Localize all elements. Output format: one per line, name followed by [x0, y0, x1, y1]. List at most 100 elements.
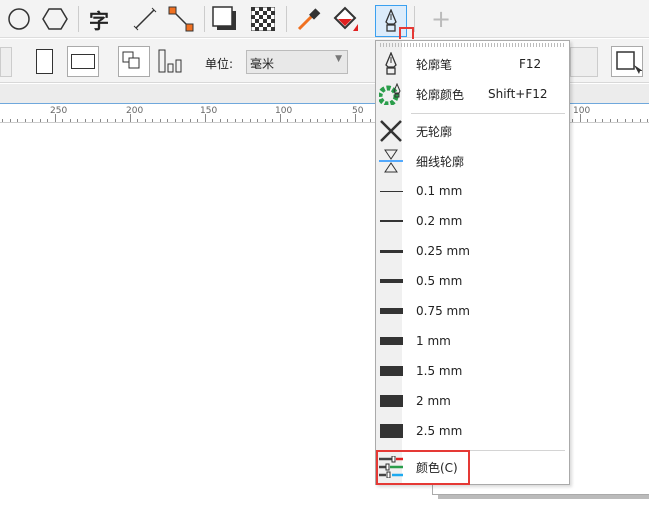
ruler-label: 150	[200, 106, 218, 116]
line-width-icon	[376, 424, 406, 438]
menu-label: 0.5 mm	[416, 274, 463, 288]
line-width-icon	[376, 308, 406, 314]
ruler-tick	[587, 119, 588, 122]
ruler-tick	[347, 119, 348, 122]
fill-tool-icon[interactable]	[330, 4, 360, 34]
line-width-icon	[376, 279, 406, 283]
ruler-tick	[579, 114, 581, 122]
ruler-tick	[219, 119, 221, 122]
line-width-icon	[376, 220, 406, 222]
menu-item-width[interactable]: 2.5 mm	[376, 416, 569, 446]
ruler-tick	[242, 119, 243, 122]
ruler-tick	[624, 119, 626, 122]
menu-item-width[interactable]: 0.75 mm	[376, 296, 569, 326]
menu-label: 2.5 mm	[416, 424, 463, 438]
ruler-tick	[272, 119, 273, 122]
connector-tool-icon[interactable]	[166, 4, 196, 34]
menu-item-width[interactable]: 0.5 mm	[376, 266, 569, 296]
ellipse-tool-icon[interactable]	[4, 4, 34, 34]
ruler-tick	[234, 119, 236, 122]
menu-label: 细线轮廓	[416, 154, 465, 169]
text-tool-icon[interactable]: 字	[84, 4, 114, 34]
ruler-tick	[317, 119, 318, 122]
menu-label: 2 mm	[416, 394, 451, 408]
ruler-label: 250	[50, 106, 68, 116]
menu-item-width[interactable]: 0.2 mm	[376, 206, 569, 236]
menu-item-no-outline[interactable]: 无轮廓	[376, 116, 569, 146]
ruler-tick	[54, 114, 56, 122]
ruler-tick	[602, 119, 603, 122]
portrait-button[interactable]	[36, 49, 53, 74]
line-width-icon	[376, 395, 406, 407]
menu-label: 0.75 mm	[416, 304, 470, 318]
menu-item-hairline[interactable]: 细线轮廓	[376, 146, 569, 176]
ruler-tick	[617, 119, 618, 122]
ruler-tick	[287, 119, 288, 122]
menu-item-width[interactable]: 0.25 mm	[376, 236, 569, 266]
drop-shadow-tool-icon[interactable]	[210, 4, 240, 34]
ruler-tick	[332, 119, 333, 122]
color-item-highlight	[376, 450, 470, 485]
ruler-tick	[159, 119, 161, 122]
unit-select[interactable]: 毫米 ▼	[246, 50, 348, 74]
ruler-tick	[594, 119, 596, 122]
ruler-tick	[77, 119, 78, 122]
x-icon	[376, 119, 406, 143]
menu-item-width[interactable]: 2 mm	[376, 386, 569, 416]
menu-label: 1 mm	[416, 334, 451, 348]
outline-color-icon	[376, 83, 406, 105]
ruler-tick	[189, 119, 191, 122]
ruler-tick	[279, 114, 281, 122]
shortcut: F12	[519, 57, 542, 71]
menu-label: 无轮廓	[416, 124, 453, 139]
ruler-tick	[264, 119, 266, 122]
ruler-tick	[369, 119, 371, 122]
menu-item-outline-color[interactable]: 轮廓颜色 Shift+F12	[376, 79, 569, 109]
ruler-tick	[302, 119, 303, 122]
ruler-tick	[17, 119, 18, 122]
ruler-tick	[647, 119, 648, 122]
ruler-tick	[354, 114, 356, 122]
unit-value: 毫米	[250, 57, 275, 71]
ruler-tick	[32, 119, 33, 122]
ruler-tick	[204, 114, 206, 122]
polygon-tool-icon[interactable]	[40, 4, 70, 34]
all-pages-button[interactable]	[118, 46, 150, 77]
eyedropper-tool-icon[interactable]	[294, 4, 324, 34]
ruler-tick	[362, 119, 363, 122]
menu-item-width[interactable]: 1.5 mm	[376, 356, 569, 386]
dimension-tool-icon[interactable]	[130, 4, 160, 34]
ruler-tick	[257, 119, 258, 122]
menu-item-outline-pen[interactable]: 轮廓笔 F12	[376, 49, 569, 79]
transparency-tool-icon[interactable]	[248, 4, 278, 34]
spinner[interactable]	[0, 47, 12, 77]
select-frame-button[interactable]	[611, 46, 643, 77]
ruler-tick	[47, 119, 48, 122]
ruler-tick	[197, 119, 198, 122]
menu-item-width[interactable]: 0.1 mm	[376, 176, 569, 206]
menu-item-width[interactable]: 1 mm	[376, 326, 569, 356]
ruler-tick	[174, 119, 176, 122]
unit-label: 单位:	[205, 57, 234, 71]
ruler-tick	[69, 119, 71, 122]
ruler-tick	[212, 119, 213, 122]
ruler-tick	[9, 119, 11, 122]
menu-label: 轮廓笔	[416, 57, 453, 72]
ruler-tick	[137, 119, 138, 122]
ruler-tick	[39, 119, 41, 122]
nudge-spinner[interactable]	[570, 47, 598, 77]
ruler-tick	[84, 119, 86, 122]
ruler-tick	[632, 119, 633, 122]
current-page-icon[interactable]	[158, 49, 184, 78]
ruler-tick	[62, 119, 63, 122]
line-width-icon	[376, 190, 406, 192]
ruler-tick	[249, 119, 251, 122]
ruler-tick	[92, 119, 93, 122]
ruler-label: 100	[573, 106, 591, 116]
ruler-tick	[122, 119, 123, 122]
ruler-tick	[339, 119, 341, 122]
menu-label: 0.2 mm	[416, 214, 463, 228]
add-tool-icon[interactable]: +	[426, 4, 456, 34]
landscape-button[interactable]	[67, 46, 99, 77]
ruler-tick	[107, 119, 108, 122]
